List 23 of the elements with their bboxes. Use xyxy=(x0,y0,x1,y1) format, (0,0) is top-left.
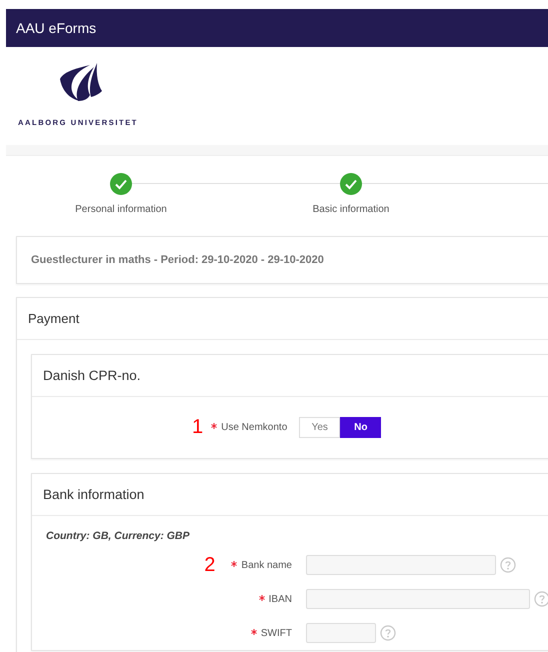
section-title: Payment xyxy=(28,311,80,326)
section-title: Danish CPR-no. xyxy=(43,368,141,383)
input-field[interactable] xyxy=(306,623,376,643)
section-title: Bank information xyxy=(43,487,144,502)
input-field[interactable] xyxy=(306,555,496,575)
toggle-option[interactable]: Yes xyxy=(299,417,340,438)
help-icon[interactable] xyxy=(500,557,516,573)
field-label: IBAN xyxy=(268,594,292,604)
logo-icon xyxy=(58,61,102,103)
summary-text: Guestlecturer in maths - Period: 29-10-2020 - 29-10-2020 xyxy=(31,254,324,266)
field-label: SWIFT xyxy=(260,628,292,638)
help-icon[interactable] xyxy=(380,625,396,641)
step-label: Basic information xyxy=(312,204,390,215)
toggle-option[interactable]: No xyxy=(340,417,382,438)
help-icon[interactable] xyxy=(534,591,548,607)
annotation-number: 1 xyxy=(192,416,204,439)
field-label: Bank name xyxy=(241,560,292,570)
step-label: Personal information xyxy=(75,204,167,215)
app-title: AAU eForms xyxy=(16,20,96,36)
annotation-number: 2 xyxy=(204,554,216,576)
input-field[interactable] xyxy=(306,589,530,609)
country-currency-note: Country: GB, Currency: GBP xyxy=(46,530,191,542)
field-label: Use Nemkonto xyxy=(221,422,288,433)
